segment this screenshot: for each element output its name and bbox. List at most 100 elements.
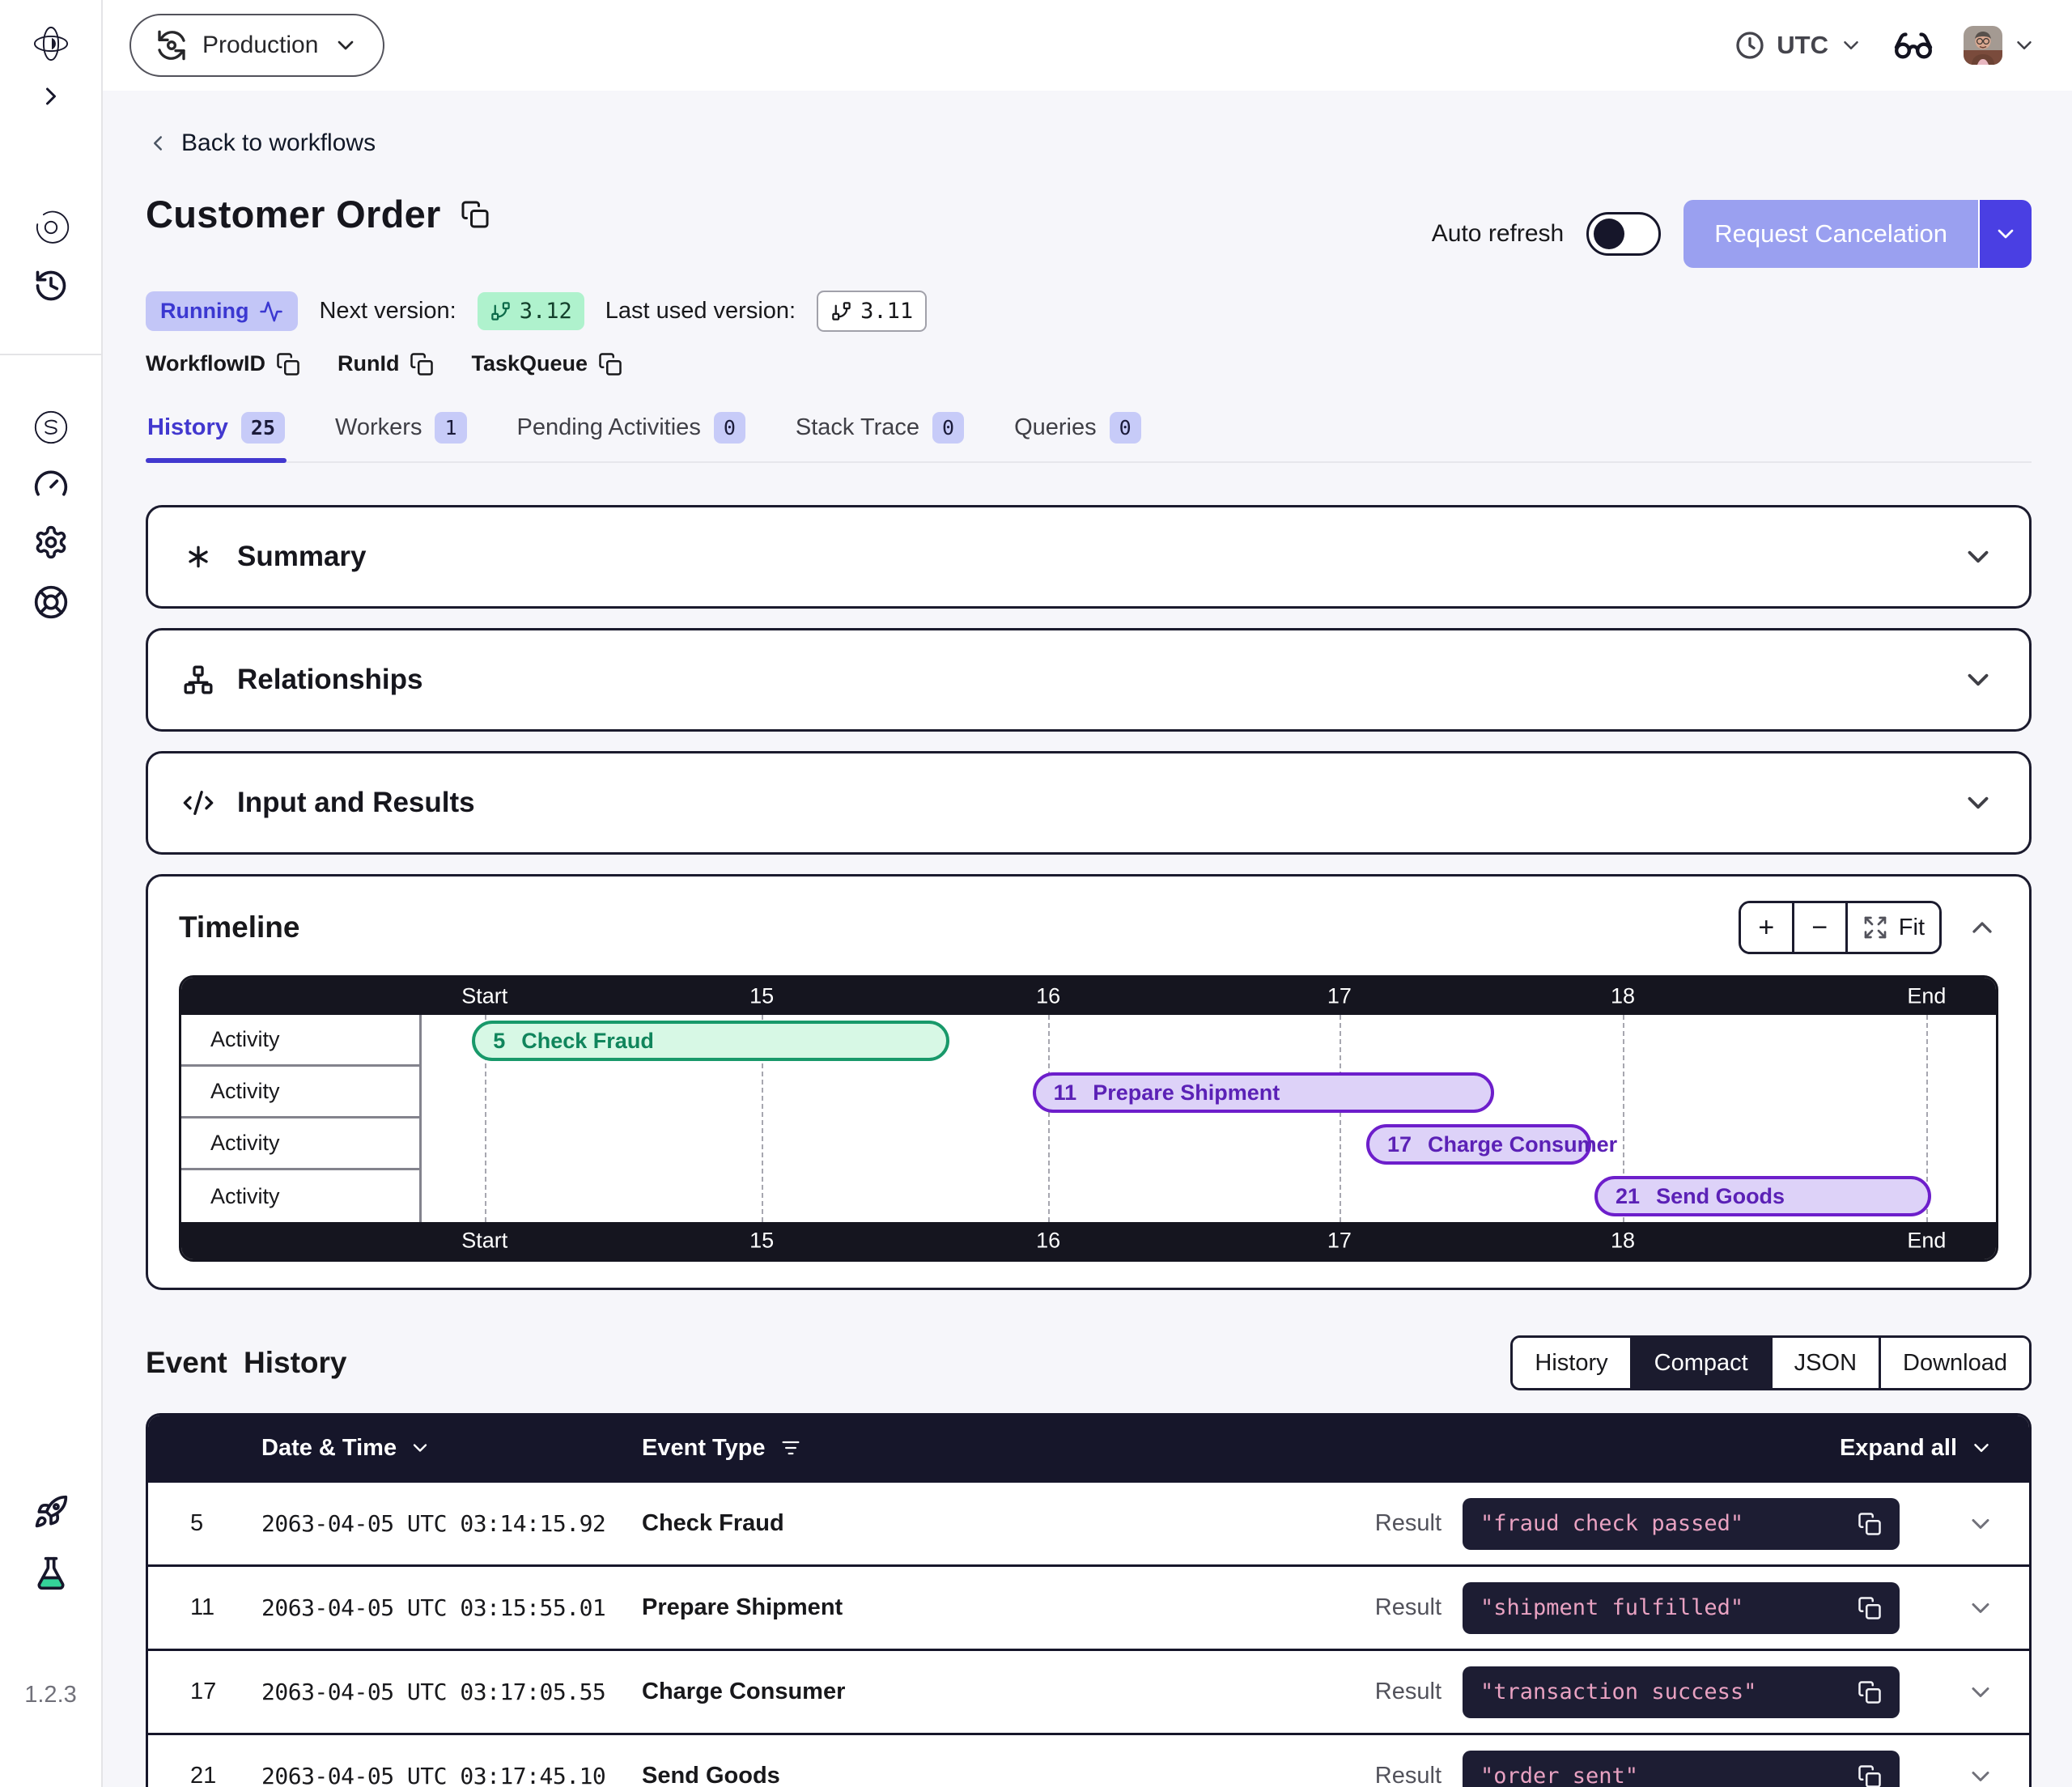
workflows-spiral-icon[interactable] xyxy=(32,208,70,245)
copy-icon[interactable] xyxy=(1858,1512,1882,1536)
nexus-icon[interactable] xyxy=(32,409,70,446)
workflow-id-label: WorkflowID xyxy=(146,351,265,376)
chevron-down-icon[interactable] xyxy=(1961,663,1995,697)
bar-event-id: 17 xyxy=(1387,1132,1412,1157)
copy-icon[interactable] xyxy=(276,352,300,376)
tabs: History 25 Workers 1 Pending Activities … xyxy=(146,405,2032,463)
auto-refresh-toggle[interactable] xyxy=(1586,212,1661,256)
tab-label: Stack Trace xyxy=(796,414,919,441)
status-label: Running xyxy=(160,299,248,324)
cancelation-menu-caret[interactable] xyxy=(1978,200,2032,268)
last-used-version-value: 3.11 xyxy=(860,299,913,324)
last-used-version-label: Last used version: xyxy=(605,298,796,325)
timezone-selector[interactable]: UTC xyxy=(1734,29,1863,62)
event-row[interactable]: 11 2063-04-05 UTC 03:15:55.01 Prepare Sh… xyxy=(148,1564,2029,1649)
copy-icon[interactable] xyxy=(598,352,622,376)
git-branch-icon xyxy=(490,300,512,322)
settings-gear-icon[interactable] xyxy=(33,524,69,560)
tab-pending-activities[interactable]: Pending Activities 0 xyxy=(516,405,747,461)
timeline-bar-send-goods[interactable]: 21Send Goods xyxy=(1594,1176,1931,1216)
timeline-bar-check-fraud[interactable]: 5Check Fraud xyxy=(472,1021,949,1061)
back-link[interactable]: Back to workflows xyxy=(146,129,376,157)
tab-workers[interactable]: Workers 1 xyxy=(333,405,468,461)
chevron-left-icon xyxy=(146,131,170,155)
bar-label: Charge Consumer xyxy=(1428,1132,1617,1157)
usage-gauge-icon[interactable] xyxy=(33,466,69,502)
column-date-time[interactable]: Date & Time xyxy=(261,1435,642,1462)
chevron-down-icon[interactable] xyxy=(1961,786,1995,820)
sidebar-expand-icon[interactable] xyxy=(36,82,66,111)
fit-button[interactable]: Fit xyxy=(1848,903,1939,952)
timeline-row: Activity17Charge Consumer xyxy=(181,1118,1996,1170)
chevron-up-icon[interactable] xyxy=(1966,911,1998,944)
environment-selector[interactable]: Production xyxy=(130,14,384,77)
view-compact[interactable]: Compact xyxy=(1633,1338,1773,1388)
copy-icon[interactable] xyxy=(1858,1680,1882,1704)
event-id: 17 xyxy=(148,1679,261,1705)
event-timestamp: 2063-04-05 UTC 03:17:05.55 xyxy=(261,1679,642,1705)
axis-label: 17 xyxy=(1327,984,1352,1009)
whats-new-rocket-icon[interactable] xyxy=(33,1494,69,1530)
request-cancelation-button[interactable]: Request Cancelation xyxy=(1684,200,2032,268)
event-type: Send Goods xyxy=(642,1763,1375,1787)
copy-icon[interactable] xyxy=(1858,1764,1882,1787)
copy-icon[interactable] xyxy=(410,352,434,376)
event-history-view-switcher: HistoryCompactJSONDownload xyxy=(1510,1335,2032,1390)
chevron-down-icon[interactable] xyxy=(1966,1509,1995,1539)
view-history[interactable]: History xyxy=(1513,1338,1632,1388)
labs-glasses-icon[interactable] xyxy=(1892,24,1934,66)
run-id-label: RunId xyxy=(338,351,399,376)
topbar: Production UTC xyxy=(103,0,2072,91)
timeline-axis-bottom: Start15161718End xyxy=(181,1222,1996,1259)
event-result-label: Result xyxy=(1375,1763,1463,1787)
section-summary[interactable]: Summary xyxy=(146,505,2032,609)
section-input-results[interactable]: Input and Results xyxy=(146,751,2032,855)
zoom-out-button[interactable]: − xyxy=(1794,903,1848,952)
avatar xyxy=(1964,26,2002,65)
timeline-row: Activity11Prepare Shipment xyxy=(181,1067,1996,1118)
labs-flask-icon[interactable] xyxy=(33,1556,69,1591)
timeline-bar-prepare-shipment[interactable]: 11Prepare Shipment xyxy=(1033,1072,1494,1113)
tab-count-badge: 25 xyxy=(241,412,285,444)
chevron-down-icon[interactable] xyxy=(1966,1594,1995,1623)
app-version: 1.2.3 xyxy=(0,1682,101,1708)
user-menu[interactable] xyxy=(1964,26,2036,65)
timeline-axis-top: Start15161718End xyxy=(181,978,1996,1015)
chevron-down-icon xyxy=(1839,33,1863,57)
copy-icon[interactable] xyxy=(461,200,490,229)
tab-stack-trace[interactable]: Stack Trace 0 xyxy=(794,405,966,461)
copy-icon[interactable] xyxy=(1858,1596,1882,1620)
chevron-down-icon[interactable] xyxy=(1961,540,1995,574)
chevron-down-icon[interactable] xyxy=(1966,1678,1995,1707)
tab-label: Workers xyxy=(335,414,422,441)
timeline-row: Activity21Send Goods xyxy=(181,1170,1996,1222)
bar-label: Check Fraud xyxy=(521,1029,654,1054)
workflow-name: Customer Order xyxy=(146,192,441,236)
chevron-down-icon xyxy=(409,1437,431,1459)
timeline-bar-charge-consumer[interactable]: 17Charge Consumer xyxy=(1366,1124,1591,1165)
axis-label: 15 xyxy=(749,984,774,1009)
event-row[interactable]: 17 2063-04-05 UTC 03:17:05.55 Charge Con… xyxy=(148,1649,2029,1733)
axis-label: Start xyxy=(461,984,507,1009)
timeline-lane: 11Prepare Shipment xyxy=(422,1067,1996,1118)
section-relationships[interactable]: Relationships xyxy=(146,628,2032,732)
expand-all-button[interactable]: Expand all xyxy=(1840,1435,2029,1462)
timezone-label: UTC xyxy=(1777,31,1828,60)
event-row[interactable]: 5 2063-04-05 UTC 03:14:15.92 Check Fraud… xyxy=(148,1480,2029,1564)
axis-label: End xyxy=(1907,1229,1946,1254)
schedules-history-icon[interactable] xyxy=(33,268,69,303)
chevron-down-icon[interactable] xyxy=(1966,1762,1995,1787)
zoom-in-button[interactable]: + xyxy=(1741,903,1794,952)
timeline-row-label: Activity xyxy=(181,1118,422,1170)
chevron-down-icon xyxy=(333,32,359,58)
event-row[interactable]: 21 2063-04-05 UTC 03:17:45.10 Send Goods… xyxy=(148,1733,2029,1787)
next-version-value: 3.12 xyxy=(520,299,572,324)
axis-label: 18 xyxy=(1611,984,1635,1009)
view-json[interactable]: JSON xyxy=(1773,1338,1881,1388)
tab-history[interactable]: History 25 xyxy=(146,405,287,461)
view-download[interactable]: Download xyxy=(1881,1338,2029,1388)
column-event-type[interactable]: Event Type xyxy=(642,1435,1463,1462)
support-lifebuoy-icon[interactable] xyxy=(33,584,69,620)
app-logo-sparkle-icon[interactable] xyxy=(32,25,70,62)
tab-queries[interactable]: Queries 0 xyxy=(1013,405,1143,461)
